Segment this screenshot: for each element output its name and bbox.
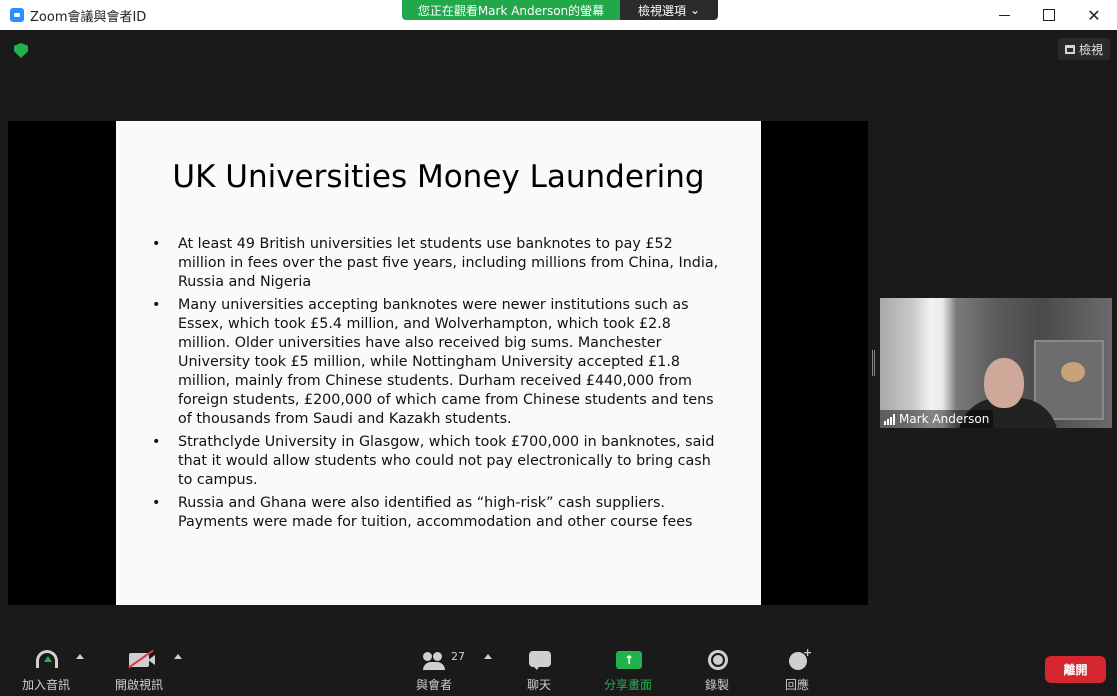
reactions-button[interactable]: + 回應	[774, 644, 822, 696]
share-banner-text: 您正在觀看Mark Anderson的螢幕	[402, 0, 620, 20]
chat-button[interactable]: 聊天	[516, 644, 564, 696]
add-reaction-plus-icon: +	[803, 646, 813, 659]
record-label: 錄製	[705, 678, 730, 692]
background-clock	[1061, 362, 1085, 382]
close-button[interactable]: ✕	[1071, 0, 1117, 30]
slide-title: UK Universities Money Laundering	[172, 159, 705, 195]
view-button-label: 檢視	[1078, 42, 1103, 57]
chat-label: 聊天	[527, 678, 552, 692]
reactions-label: 回應	[785, 678, 810, 692]
view-options-button[interactable]: 檢視選項 ⌄	[620, 0, 718, 20]
join-audio-label: 加入音訊	[22, 678, 71, 692]
minimize-button[interactable]	[981, 0, 1027, 30]
participant-video[interactable]	[880, 298, 1112, 428]
view-options-label: 檢視選項	[637, 3, 686, 18]
screen-share-banner: 您正在觀看Mark Anderson的螢幕 檢視選項 ⌄	[402, 0, 718, 20]
slide-bullets: At least 49 British universities let stu…	[152, 235, 722, 536]
participants-options-caret-icon[interactable]	[484, 654, 492, 659]
video-options-caret-icon[interactable]	[174, 654, 182, 659]
meeting-toolbar: 加入音訊 開啟視訊 27 與會者 聊天 ↑ 分享畫面 錄製 + 回應	[0, 644, 1117, 696]
chevron-down-icon: ⌄	[689, 3, 701, 17]
maximize-button[interactable]	[1026, 0, 1072, 30]
bullet-item: Russia and Ghana were also identified as…	[152, 494, 722, 532]
zoom-app-icon	[10, 8, 24, 22]
signal-strength-icon	[884, 413, 895, 425]
audio-arrow-icon	[44, 656, 52, 662]
leave-meeting-button[interactable]: 離開	[1045, 656, 1106, 683]
share-screen-button[interactable]: ↑ 分享畫面	[600, 644, 658, 696]
record-icon	[708, 650, 728, 670]
participants-label: 與會者	[416, 678, 453, 692]
grid-view-icon	[1064, 44, 1075, 54]
share-screen-icon: ↑	[616, 651, 642, 669]
join-audio-button[interactable]: 加入音訊	[20, 644, 76, 696]
participant-head	[984, 358, 1024, 408]
start-video-button[interactable]: 開啟視訊	[112, 644, 170, 696]
bullet-item: Strathclyde University in Glasgow, which…	[152, 433, 722, 490]
participant-name-tag: Mark Anderson	[880, 410, 994, 428]
view-button[interactable]: 檢視	[1058, 38, 1110, 60]
start-video-label: 開啟視訊	[115, 678, 164, 692]
bullet-item: At least 49 British universities let stu…	[152, 235, 722, 292]
record-button[interactable]: 錄製	[694, 644, 742, 696]
audio-options-caret-icon[interactable]	[76, 654, 84, 659]
camera-lens-icon	[148, 655, 155, 665]
presentation-slide: UK Universities Money Laundering At leas…	[116, 121, 761, 605]
participant-name: Mark Anderson	[899, 412, 990, 426]
participants-count: 27	[451, 650, 465, 663]
participants-button[interactable]: 27 與會者	[410, 644, 465, 696]
window-title: Zoom會議與會者ID	[30, 9, 147, 25]
panel-resize-handle[interactable]	[872, 350, 875, 376]
share-screen-label: 分享畫面	[604, 678, 653, 692]
bullet-item: Many universities accepting banknotes we…	[152, 296, 722, 429]
participants-icon	[423, 652, 445, 670]
